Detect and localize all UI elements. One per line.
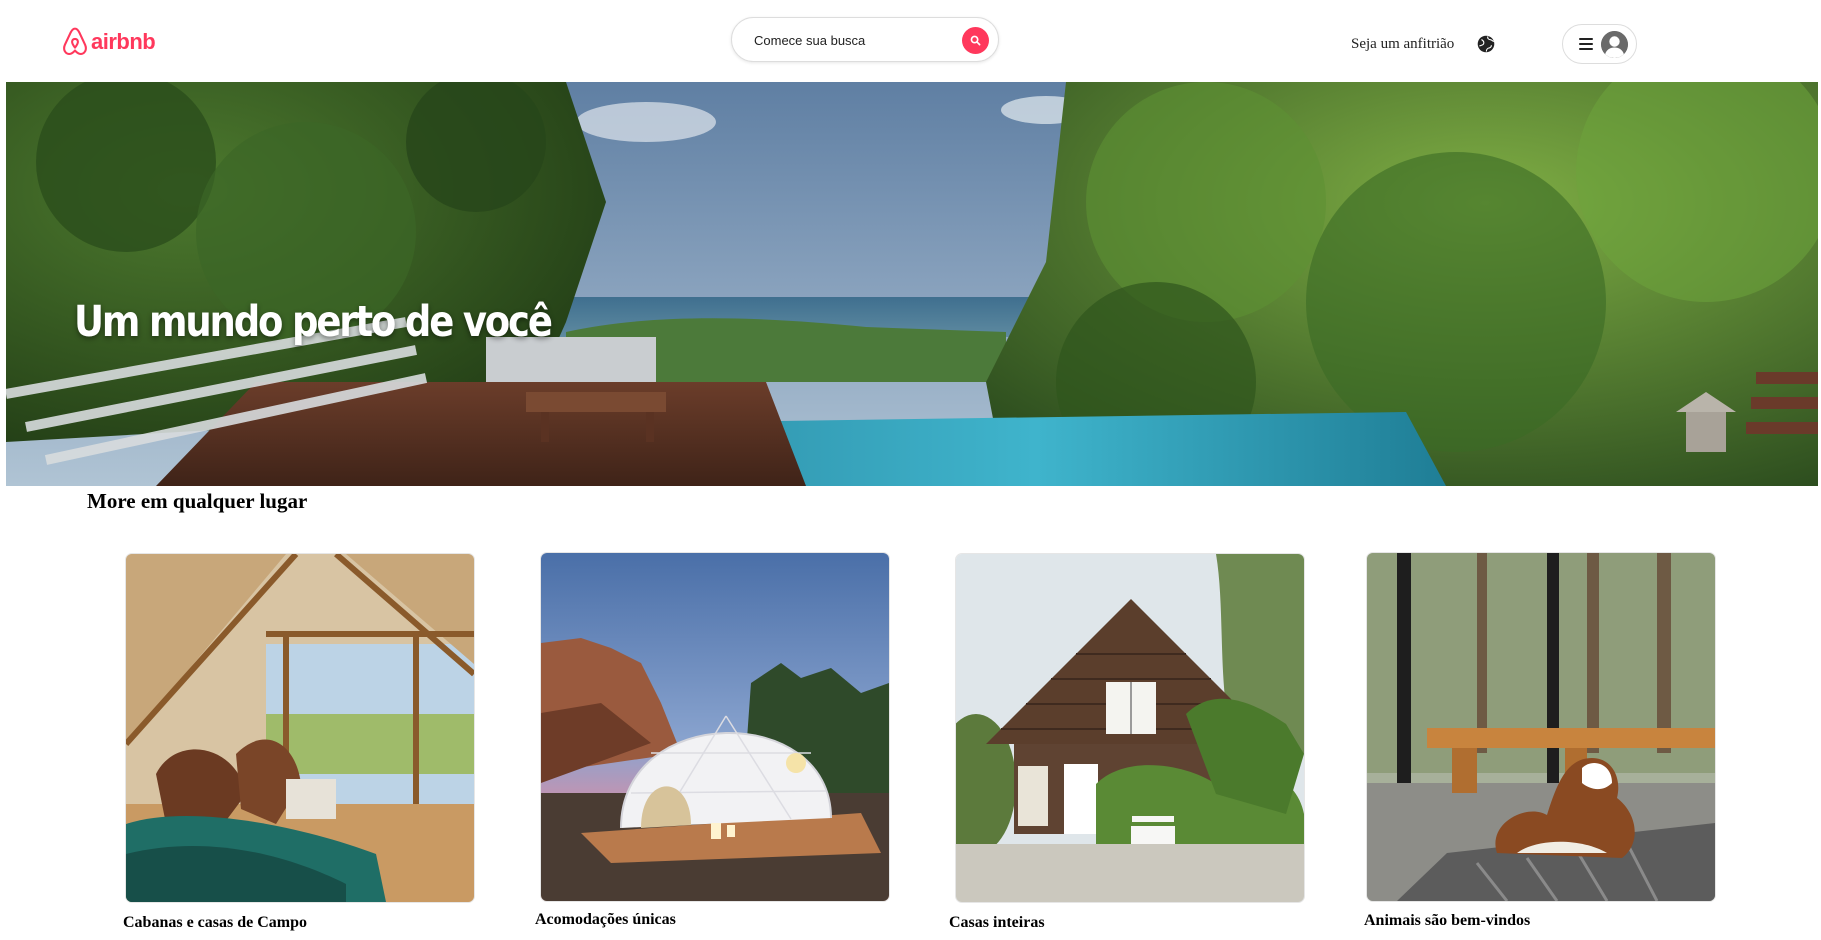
card-image-cabin[interactable] — [125, 553, 475, 903]
card-image-house[interactable] — [955, 553, 1305, 903]
search-icon — [970, 35, 981, 46]
menu-icon — [1579, 38, 1593, 50]
globe-icon[interactable] — [1476, 34, 1496, 54]
top-navigation-bar: airbnb Seja um anfitrião — [0, 0, 1821, 82]
hero-title: Um mundo perto de você — [74, 297, 553, 347]
airbnb-logo[interactable]: airbnb — [62, 27, 156, 56]
hero-banner: Um mundo perto de você — [6, 82, 1818, 486]
section-title: More em qualquer lugar — [87, 489, 308, 513]
user-menu-button[interactable] — [1562, 24, 1637, 64]
card-label[interactable]: Animais são bem-vindos — [1364, 912, 1530, 930]
search-input[interactable] — [754, 29, 944, 51]
card-label[interactable]: Casas inteiras — [949, 914, 1045, 932]
become-host-link[interactable]: Seja um anfitrião — [1351, 36, 1454, 53]
search-button[interactable] — [962, 27, 989, 54]
hero-image — [6, 82, 1818, 486]
search-bar[interactable] — [731, 17, 999, 62]
airbnb-logo-icon — [62, 27, 88, 55]
card-image-dome[interactable] — [540, 552, 890, 902]
logo-wordmark: airbnb — [91, 28, 156, 54]
user-avatar-icon — [1601, 31, 1628, 58]
card-label[interactable]: Cabanas e casas de Campo — [123, 914, 307, 932]
card-image-dog[interactable] — [1366, 552, 1716, 902]
card-label[interactable]: Acomodações únicas — [535, 911, 676, 929]
